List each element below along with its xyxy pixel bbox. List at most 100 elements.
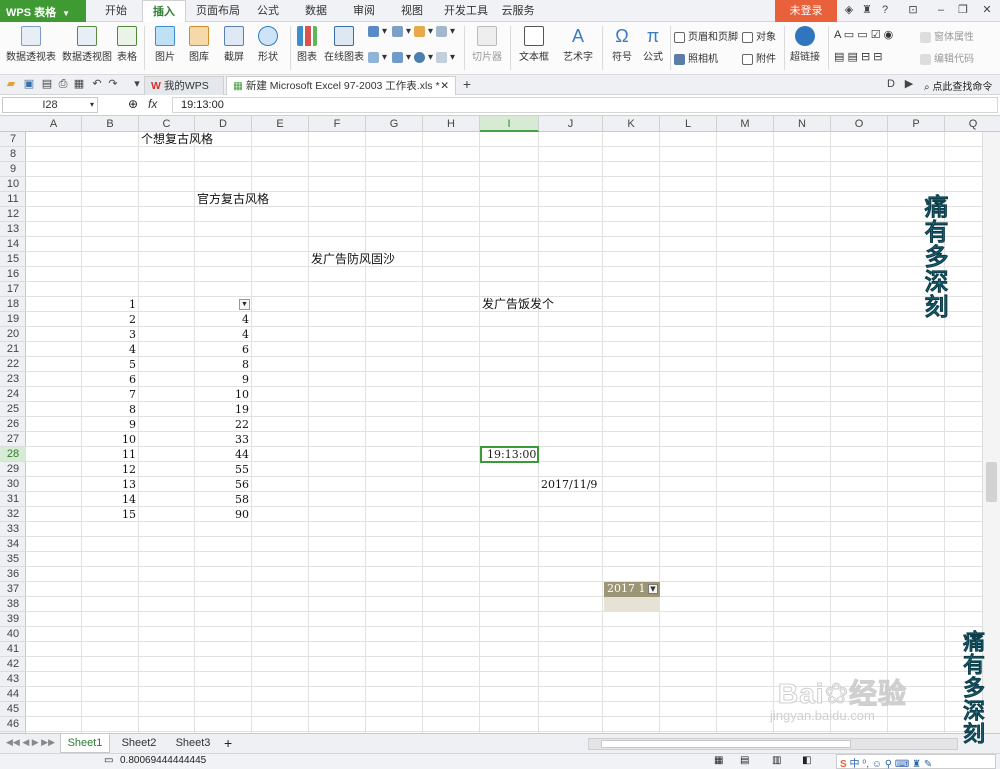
row-header-31[interactable]: 31 <box>0 492 26 507</box>
radio-control-icon[interactable]: ◉ <box>884 29 894 41</box>
chevron-down-icon[interactable]: ▼ <box>648 584 658 594</box>
row-header-23[interactable]: 23 <box>0 372 26 387</box>
redo-icon[interactable]: ↷ <box>106 77 120 91</box>
column-header-o[interactable]: O <box>831 116 888 132</box>
online-chart-button[interactable]: 在线图表 <box>322 26 366 63</box>
zoom-icon[interactable]: ⊕ <box>128 97 138 111</box>
picture-button[interactable]: 图片 <box>150 26 180 63</box>
page-break-icon[interactable]: ▥ <box>772 755 781 766</box>
symbol-button[interactable]: Ω 符号 <box>606 26 638 63</box>
listbox-control-icon[interactable]: ▤ <box>834 51 844 63</box>
row-header-8[interactable]: 8 <box>0 147 26 162</box>
add-sheet-icon[interactable]: + <box>224 735 232 751</box>
column-header-k[interactable]: K <box>603 116 660 132</box>
cell-d23[interactable]: 9 <box>197 372 252 387</box>
tab-page-layout[interactable]: 页面布局 <box>190 0 246 22</box>
print-icon[interactable]: ⎙ <box>56 77 70 91</box>
row-header-17[interactable]: 17 <box>0 282 26 297</box>
help-icon[interactable]: ? <box>878 3 892 17</box>
column-header-n[interactable]: N <box>774 116 831 132</box>
cell-b18[interactable]: 1 <box>84 297 139 312</box>
row-header-41[interactable]: 41 <box>0 642 26 657</box>
shirt-icon[interactable]: ♜ <box>860 3 874 17</box>
column-header-c[interactable]: C <box>139 116 195 132</box>
save-icon[interactable]: ▣ <box>22 77 36 91</box>
cell-f15[interactable]: 发广告防风固沙 <box>311 252 395 267</box>
column-header-j[interactable]: J <box>539 116 603 132</box>
cell-d26[interactable]: 22 <box>197 417 252 432</box>
sheet-tab-3[interactable]: Sheet3 <box>168 734 218 753</box>
minimize-icon[interactable]: – <box>934 3 948 17</box>
row-header-18[interactable]: 18 <box>0 297 26 312</box>
close-icon[interactable]: ✕ <box>980 3 994 17</box>
row-header-22[interactable]: 22 <box>0 357 26 372</box>
label-control-icon[interactable]: A <box>834 29 841 41</box>
row-header-10[interactable]: 10 <box>0 177 26 192</box>
cell-b28[interactable]: 11 <box>84 447 139 462</box>
row-header-16[interactable]: 16 <box>0 267 26 282</box>
tab-workbook[interactable]: ▦ 新建 Microsoft Excel 97-2003 工作表.xls * ✕ <box>226 76 456 95</box>
cell-d27[interactable]: 33 <box>197 432 252 447</box>
scrollbar-thumb[interactable] <box>986 462 997 502</box>
row-header-12[interactable]: 12 <box>0 207 26 222</box>
sheet-nav-arrows[interactable]: ◀◀ ◀ ▶ ▶▶ <box>6 737 55 748</box>
chart-type-donut-button[interactable]: ▾ <box>414 52 433 63</box>
chart-type-area-button[interactable]: ▾ <box>368 52 387 63</box>
column-header-b[interactable]: B <box>82 116 139 132</box>
tab-formulas[interactable]: 公式 <box>250 0 286 22</box>
shapes-button[interactable]: 形状 <box>252 26 284 63</box>
column-header-g[interactable]: G <box>366 116 423 132</box>
row-header-28[interactable]: 28 <box>0 447 26 462</box>
horizontal-scrollbar[interactable] <box>588 738 958 750</box>
table-button[interactable]: 表格 <box>114 26 140 63</box>
slicer-button[interactable]: 切片器 <box>470 26 504 63</box>
text-art-vertical-2[interactable]: 痛有多深刻 <box>956 630 988 745</box>
open-folder-icon[interactable]: ▰ <box>4 77 18 91</box>
chart-type-bar-button[interactable]: ▾ <box>368 26 387 37</box>
dropdown-list-area[interactable] <box>604 597 660 612</box>
row-header-9[interactable]: 9 <box>0 162 26 177</box>
textbox-control-icon[interactable]: ▭ <box>844 29 854 41</box>
reading-mode-icon[interactable]: ◧ <box>802 755 811 766</box>
sheet-tab-2[interactable]: Sheet2 <box>114 734 164 753</box>
print-preview-icon[interactable]: ▤ <box>40 77 54 91</box>
row-header-44[interactable]: 44 <box>0 687 26 702</box>
checkbox-control-icon[interactable]: ☑ <box>871 29 881 41</box>
cell-b23[interactable]: 6 <box>84 372 139 387</box>
row-header-25[interactable]: 25 <box>0 402 26 417</box>
page-layout-icon[interactable]: ▤ <box>740 755 749 766</box>
cell-d30[interactable]: 56 <box>197 477 252 492</box>
tab-review[interactable]: 审阅 <box>346 0 382 22</box>
tab-home[interactable]: 开始 <box>96 0 136 22</box>
ime-toolbar[interactable]: S 中 ⁰, ☺ ⚲ ⌨ ♜ ✎ <box>836 754 996 769</box>
formula-input[interactable]: 19:13:00 <box>172 97 998 113</box>
row-header-45[interactable]: 45 <box>0 702 26 717</box>
row-header-46[interactable]: 46 <box>0 717 26 732</box>
row-header-34[interactable]: 34 <box>0 537 26 552</box>
d-icon[interactable]: D <box>884 77 898 91</box>
sheet-tab-1[interactable]: Sheet1 <box>60 734 110 753</box>
pivot-chart-button[interactable]: 数据透视图 <box>60 26 114 63</box>
tab-data[interactable]: 数据 <box>298 0 334 22</box>
column-header-p[interactable]: P <box>888 116 945 132</box>
tab-cloud[interactable]: 云服务 <box>496 0 540 22</box>
scrollbar-control-icon[interactable]: ⊟ <box>873 51 882 63</box>
cell-b26[interactable]: 9 <box>84 417 139 432</box>
row-header-24[interactable]: 24 <box>0 387 26 402</box>
header-footer-button[interactable]: 页眉和页脚 <box>674 28 738 43</box>
cell-b20[interactable]: 3 <box>84 327 139 342</box>
chart-type-pie-button[interactable]: ▾ <box>414 26 433 37</box>
cell-d28[interactable]: 44 <box>197 447 252 462</box>
row-header-30[interactable]: 30 <box>0 477 26 492</box>
row-header-42[interactable]: 42 <box>0 657 26 672</box>
row-header-11[interactable]: 11 <box>0 192 26 207</box>
maximize-icon[interactable]: ❐ <box>956 3 970 17</box>
cell-d21[interactable]: 6 <box>197 342 252 357</box>
row-header-21[interactable]: 21 <box>0 342 26 357</box>
chart-type-scatter-button[interactable]: ▾ <box>436 52 455 63</box>
cell-area[interactable]: 个想复古风格 官方复古风格 发广告防风固沙 发广告饭发个 2017/11/9 1 2 3 4 5 6… <box>26 132 1000 733</box>
column-header-q[interactable]: Q <box>945 116 1000 132</box>
arrow-icon[interactable]: ▶ <box>902 77 916 91</box>
cell-j30[interactable]: 2017/11/9 <box>541 477 597 492</box>
row-header-40[interactable]: 40 <box>0 627 26 642</box>
